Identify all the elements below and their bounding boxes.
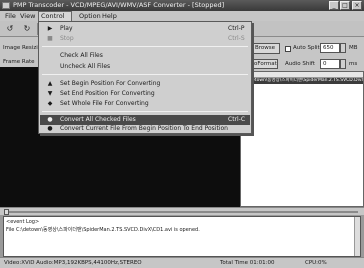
minimize-button[interactable]: _ [329,1,339,10]
control-menu-dropdown: ▶ Play Ctrl-P ■ Stop Ctrl-S Check All Fi… [38,21,252,134]
audio-shift-input[interactable]: 0 [320,59,340,69]
end-position-icon: ▼ [47,90,53,97]
begin-position-icon: ▲ [47,80,53,87]
auto-split-label: Auto Split [293,45,320,51]
log-scrollbar[interactable] [354,217,360,256]
output-panel: Browse Auto Split 650 MB VideoFormat Aud… [240,37,364,207]
play-icon: ▶ [47,25,53,32]
auto-split-checkbox[interactable] [285,46,291,52]
log-header: <event Log> [6,219,40,225]
auto-split-unit: MB [349,45,358,51]
status-total-time: Total Time 01:01:00 [220,260,275,266]
log-entry: File C:\detown\동영상\스파이더맨\SpiderMan.2.TS.… [6,227,200,233]
menu-separator [42,74,248,75]
menu-option[interactable]: Option [77,11,103,21]
browse-button[interactable]: Browse [250,43,280,54]
auto-split-spinner[interactable] [340,43,346,53]
app-icon [2,2,10,9]
audio-shift-unit: ms [349,61,358,67]
whole-file-icon: ◆ [47,100,53,107]
menu-view[interactable]: View [18,11,37,21]
slider-thumb[interactable] [4,209,9,215]
file-list[interactable]: C:\detown\동영상\스파이더맨\SpiderMan.2.TS.SVCD.… [240,71,364,207]
menu-item-set-end[interactable]: ▼ Set End Position For Converting [40,89,250,99]
close-button[interactable]: × [352,1,362,10]
menu-item-check-all[interactable]: Check All Files [40,51,250,61]
menu-file[interactable]: File [3,11,18,21]
menu-item-set-whole[interactable]: ◆ Set Whole File For Converting [40,99,250,109]
window-title: PMP Transcoder - VCD/MPEG/AVI/WMV/ASF Co… [13,1,225,9]
slider-track [6,211,358,213]
status-bar: Video:XViD Audio:MP3,192KBPS,44100Hz,STE… [0,257,364,268]
open-file-icon[interactable]: ↺ [3,23,17,35]
stop-icon: ■ [47,35,53,42]
menu-control[interactable]: Control [38,11,72,21]
position-slider[interactable] [0,207,364,215]
menu-item-convert-current[interactable]: ● Convert Current File From Begin Positi… [40,124,250,134]
maximize-button[interactable]: □ [340,1,350,10]
audio-shift-spinner[interactable] [340,59,346,69]
menu-separator [42,111,248,112]
menu-separator [42,46,248,47]
file-list-row[interactable]: C:\detown\동영상\스파이더맨\SpiderMan.2.TS.SVCD.… [241,78,363,84]
menu-item-uncheck-all[interactable]: Uncheck All Files [40,62,250,72]
title-bar: PMP Transcoder - VCD/MPEG/AVI/WMV/ASF Co… [0,0,364,11]
audio-shift-label: Audio Shift [285,61,315,67]
menu-item-stop[interactable]: ■ Stop Ctrl-S [40,34,250,44]
frame-rate-label: Frame Rate [3,59,35,65]
refresh-icon[interactable]: ↻ [20,23,34,35]
menu-item-play[interactable]: ▶ Play Ctrl-P [40,24,250,34]
auto-split-input[interactable]: 650 [320,43,340,53]
event-log: <event Log> File C:\detown\동영상\스파이더맨\Spi… [3,216,361,257]
menu-bar: File View Control Option Help [0,11,364,21]
convert-current-icon: ● [47,125,53,132]
convert-icon: ● [47,116,53,123]
menu-help[interactable]: Help [100,11,119,21]
status-cpu: CPU:0% [305,260,327,266]
status-codec: Video:XViD Audio:MP3,192KBPS,44100Hz,STE… [4,260,142,266]
menu-item-set-begin[interactable]: ▲ Set Begin Position For Converting [40,79,250,89]
